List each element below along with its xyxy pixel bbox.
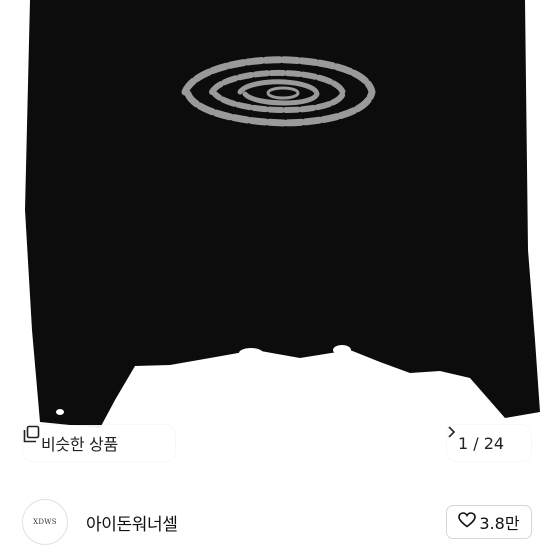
similar-products-label: 비슷한 상품 [41, 435, 118, 454]
avatar-logo-text: XDWS [33, 518, 57, 526]
sweater-illustration [25, 0, 540, 428]
pager-text: 1 / 24 [458, 433, 505, 453]
like-count: 3.8만 [479, 514, 520, 533]
like-button[interactable]: 3.8만 [446, 505, 532, 539]
similar-products-chip[interactable]: 비슷한 상품 [23, 425, 175, 461]
product-image[interactable]: 비슷한 상품 1 / 24 [0, 0, 555, 470]
seller-name[interactable]: 아이돈워너셀 [86, 510, 178, 535]
image-pager[interactable]: 1 / 24 [447, 425, 531, 461]
seller-avatar[interactable]: XDWS [22, 499, 68, 545]
heart-outline-icon [458, 511, 477, 533]
similar-items-icon [23, 425, 40, 443]
seller-bar: XDWS 아이돈워너셀 3.8만 [0, 470, 555, 555]
